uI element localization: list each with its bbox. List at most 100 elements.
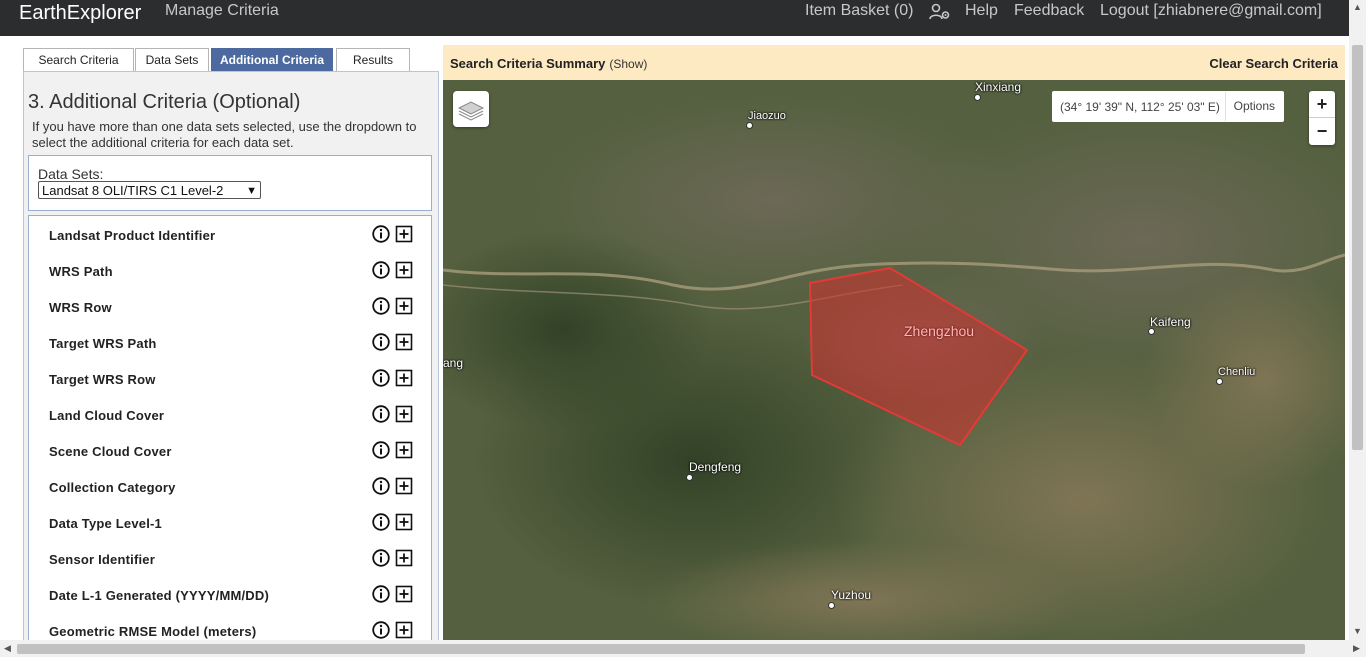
criteria-label: WRS Row bbox=[49, 300, 112, 315]
expand-plus-icon[interactable] bbox=[395, 513, 413, 531]
criteria-label: Scene Cloud Cover bbox=[49, 444, 172, 459]
criteria-label: Collection Category bbox=[49, 480, 176, 495]
expand-plus-icon[interactable] bbox=[395, 369, 413, 387]
criteria-row: Target WRS Row bbox=[29, 361, 431, 397]
criteria-label: Data Type Level-1 bbox=[49, 516, 162, 531]
feedback-link[interactable]: Feedback bbox=[1014, 2, 1084, 20]
criteria-row: Scene Cloud Cover bbox=[29, 433, 431, 469]
city-marker bbox=[828, 602, 835, 609]
info-icon[interactable] bbox=[372, 513, 390, 531]
criteria-label: Sensor Identifier bbox=[49, 552, 155, 567]
vertical-scrollbar-thumb[interactable] bbox=[1352, 45, 1363, 450]
user-settings-icon[interactable] bbox=[929, 3, 951, 21]
info-icon[interactable] bbox=[372, 621, 390, 639]
additional-criteria-panel: 3. Additional Criteria (Optional) If you… bbox=[23, 71, 439, 656]
criteria-row: Target WRS Path bbox=[29, 325, 431, 361]
expand-plus-icon[interactable] bbox=[395, 261, 413, 279]
scroll-left-arrow-icon[interactable]: ◀ bbox=[4, 643, 11, 654]
aoi-city-label: Zhengzhou bbox=[904, 323, 975, 339]
horizontal-scrollbar[interactable]: ◀ ▶ bbox=[0, 640, 1366, 657]
search-criteria-summary-bar: Search Criteria Summary (Show) Clear Sear… bbox=[443, 45, 1345, 80]
help-link[interactable]: Help bbox=[965, 2, 998, 20]
info-icon[interactable] bbox=[372, 297, 390, 315]
criteria-label: Geometric RMSE Model (meters) bbox=[49, 624, 257, 639]
criteria-label: Landsat Product Identifier bbox=[49, 228, 216, 243]
info-icon[interactable] bbox=[372, 477, 390, 495]
datasets-dropdown[interactable]: Landsat 8 OLI/TIRS C1 Level-2 ▼ bbox=[38, 181, 261, 199]
criteria-row: WRS Row bbox=[29, 289, 431, 325]
expand-plus-icon[interactable] bbox=[395, 549, 413, 567]
zoom-in-button[interactable]: + bbox=[1309, 91, 1335, 118]
criteria-label: WRS Path bbox=[49, 264, 113, 279]
brand-logo[interactable]: EarthExplorer bbox=[19, 2, 141, 24]
tab-additional-criteria[interactable]: Additional Criteria bbox=[211, 48, 333, 71]
datasets-box: Data Sets: Landsat 8 OLI/TIRS C1 Level-2… bbox=[28, 155, 432, 211]
city-marker bbox=[974, 94, 981, 101]
info-icon[interactable] bbox=[372, 225, 390, 243]
criteria-list: Landsat Product Identifier WRS Path WRS Ro… bbox=[28, 215, 432, 656]
info-icon[interactable] bbox=[372, 585, 390, 603]
scroll-down-arrow-icon[interactable]: ▼ bbox=[1353, 626, 1362, 636]
criteria-row: Sensor Identifier bbox=[29, 541, 431, 577]
datasets-selected-value: Landsat 8 OLI/TIRS C1 Level-2 bbox=[42, 183, 224, 198]
expand-plus-icon[interactable] bbox=[395, 585, 413, 603]
criteria-row: Date L-1 Generated (YYYY/MM/DD) bbox=[29, 577, 431, 613]
expand-plus-icon[interactable] bbox=[395, 621, 413, 639]
city-label-dengfeng: Dengfeng bbox=[689, 460, 742, 474]
panel-title: 3. Additional Criteria (Optional) bbox=[28, 91, 301, 113]
coordinate-readout: (34° 19' 39" N, 112° 25' 03" E) Options bbox=[1052, 91, 1284, 122]
top-navbar: EarthExplorer Manage Criteria Item Baske… bbox=[0, 0, 1349, 36]
satellite-imagery bbox=[443, 80, 1345, 640]
city-label-luoyang-partial: ang bbox=[443, 356, 464, 370]
summary-title: Search Criteria Summary bbox=[450, 56, 606, 71]
criteria-row: Collection Category bbox=[29, 469, 431, 505]
info-icon[interactable] bbox=[372, 333, 390, 351]
expand-plus-icon[interactable] bbox=[395, 477, 413, 495]
info-icon[interactable] bbox=[372, 549, 390, 567]
chevron-down-icon: ▼ bbox=[246, 185, 257, 197]
show-summary-link[interactable]: (Show) bbox=[609, 57, 647, 71]
map-options-button[interactable]: Options bbox=[1224, 92, 1283, 121]
vertical-scrollbar[interactable]: ▲ ▼ bbox=[1349, 0, 1366, 640]
city-marker bbox=[1216, 378, 1223, 385]
scroll-right-arrow-icon[interactable]: ▶ bbox=[1353, 643, 1360, 654]
criteria-label: Target WRS Row bbox=[49, 372, 156, 387]
expand-plus-icon[interactable] bbox=[395, 405, 413, 423]
criteria-label: Land Cloud Cover bbox=[49, 408, 165, 423]
city-marker bbox=[1148, 328, 1155, 335]
item-basket-link[interactable]: Item Basket (0) bbox=[805, 2, 913, 20]
zoom-out-button[interactable]: − bbox=[1309, 118, 1335, 144]
coordinate-value: (34° 19' 39" N, 112° 25' 03" E) bbox=[1060, 100, 1220, 114]
tab-results[interactable]: Results bbox=[336, 48, 410, 71]
criteria-row: Data Type Level-1 bbox=[29, 505, 431, 541]
criteria-row: WRS Path bbox=[29, 253, 431, 289]
info-icon[interactable] bbox=[372, 261, 390, 279]
map-view[interactable]: (34° 19' 39" N, 112° 25' 03" E) Options … bbox=[443, 80, 1345, 640]
expand-plus-icon[interactable] bbox=[395, 333, 413, 351]
criteria-label: Date L-1 Generated (YYYY/MM/DD) bbox=[49, 588, 270, 603]
expand-plus-icon[interactable] bbox=[395, 441, 413, 459]
tab-data-sets[interactable]: Data Sets bbox=[135, 48, 209, 71]
manage-criteria-link[interactable]: Manage Criteria bbox=[165, 2, 279, 20]
info-icon[interactable] bbox=[372, 441, 390, 459]
criteria-label: Target WRS Path bbox=[49, 336, 157, 351]
city-label-yuzhou: Yuzhou bbox=[831, 588, 872, 602]
clear-search-criteria-link[interactable]: Clear Search Criteria bbox=[1209, 56, 1338, 71]
zoom-control: + − bbox=[1309, 91, 1335, 145]
scroll-up-arrow-icon[interactable]: ▲ bbox=[1353, 2, 1362, 12]
layer-switcher-button[interactable] bbox=[453, 91, 489, 127]
logout-link[interactable]: Logout [zhiabnere@gmail.com] bbox=[1100, 2, 1322, 20]
info-icon[interactable] bbox=[372, 369, 390, 387]
info-icon[interactable] bbox=[372, 405, 390, 423]
city-label-kaifeng: Kaifeng bbox=[1150, 315, 1191, 329]
tab-search-criteria[interactable]: Search Criteria bbox=[23, 48, 134, 71]
city-marker bbox=[746, 122, 753, 129]
horizontal-scrollbar-thumb[interactable] bbox=[17, 644, 1305, 654]
expand-plus-icon[interactable] bbox=[395, 225, 413, 243]
expand-plus-icon[interactable] bbox=[395, 297, 413, 315]
city-label-xinxiang: Xinxiang bbox=[975, 80, 1022, 94]
criteria-row: Landsat Product Identifier bbox=[29, 217, 431, 253]
datasets-label: Data Sets: bbox=[38, 166, 104, 182]
criteria-row: Land Cloud Cover bbox=[29, 397, 431, 433]
summary-title-wrap: Search Criteria Summary (Show) bbox=[450, 56, 647, 71]
